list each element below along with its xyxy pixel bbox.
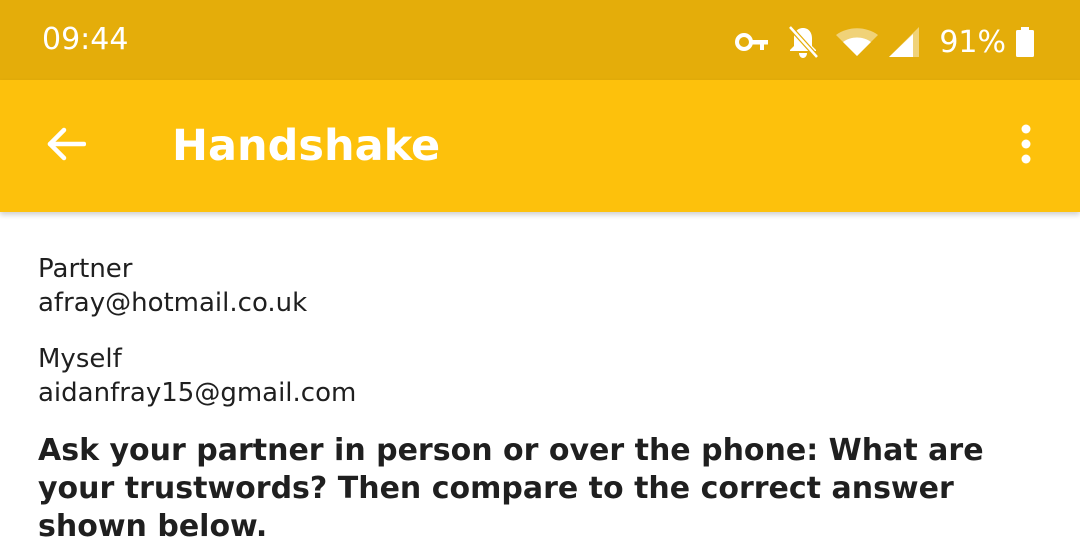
arrow-back-icon <box>46 124 87 168</box>
vpn-key-icon <box>735 32 769 52</box>
battery-icon <box>1016 27 1034 57</box>
myself-label: Myself <box>38 344 122 374</box>
partner-label: Partner <box>38 254 133 284</box>
wifi-icon <box>835 27 879 57</box>
partner-email: afray@hotmail.co.uk <box>38 288 308 318</box>
handshake-content: Partner afray@hotmail.co.uk Myself aidan… <box>38 252 1048 546</box>
status-bar: 09:44 91% <box>0 0 1080 80</box>
myself-email: aidanfray15@gmail.com <box>38 378 357 408</box>
battery-percent: 91% <box>939 24 1006 60</box>
myself-block: Myself aidanfray15@gmail.com <box>38 342 1048 410</box>
notifications-off-icon <box>787 25 820 59</box>
more-vert-icon <box>1020 124 1032 168</box>
back-button[interactable] <box>30 110 102 182</box>
status-icons: 91% <box>735 20 1034 64</box>
partner-block: Partner afray@hotmail.co.uk <box>38 252 1048 320</box>
page-title: Handshake <box>172 121 441 171</box>
cell-signal-icon <box>887 26 921 58</box>
trustwords-instructions: Ask your partner in person or over the p… <box>38 433 984 544</box>
status-time: 09:44 <box>42 22 129 57</box>
more-options-button[interactable] <box>998 116 1054 176</box>
app-bar: Handshake <box>0 80 1080 212</box>
